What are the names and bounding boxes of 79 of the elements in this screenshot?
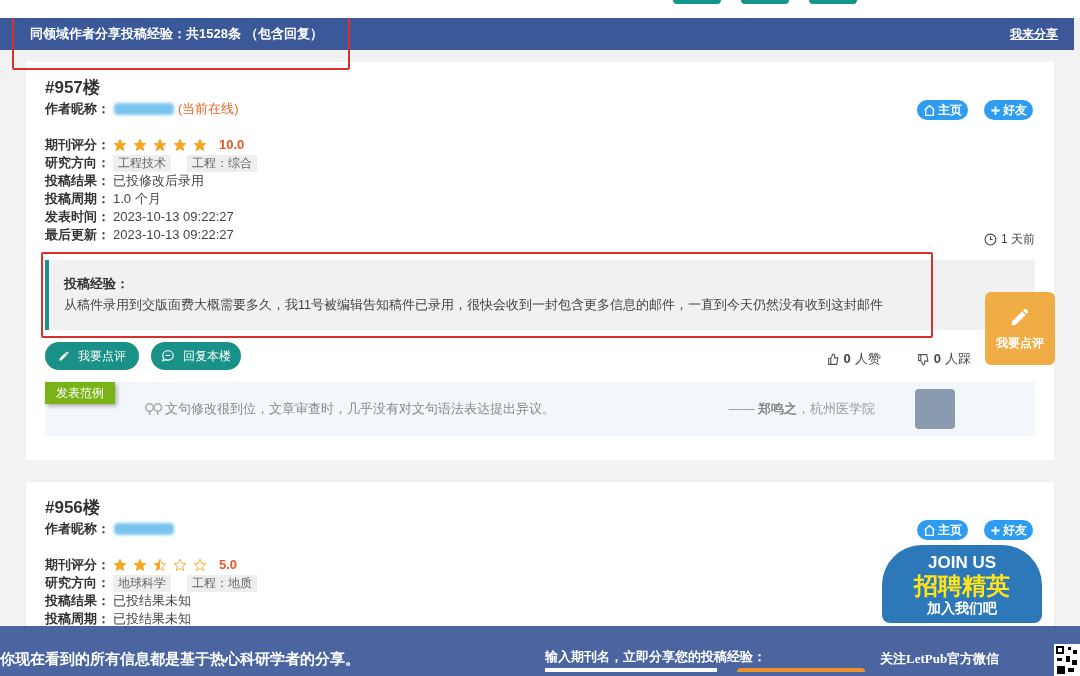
field-label: 研究方向： [45,574,111,593]
share-prompt: 输入期刊名，立即分享您的投稿经验： [545,647,767,666]
clock-icon [984,232,997,246]
thumbs-down-icon [916,352,930,366]
star-icon [133,138,147,152]
experience-text: 从稿件录用到交版面费大概需要多久，我11号被编辑告知稿件已录用，很快会收到一封包含更多信息的邮件，一直到今天仍然没有收到这封邮件 [64,297,884,314]
recruitment-ad[interactable]: JOIN US 招聘精英 加入我们吧 [882,545,1042,623]
online-status: (当前在线) [178,100,239,119]
example-quote: 文句修改很到位，文章审查时，几乎没有对文句语法表达提出异议。 [165,400,555,419]
nickname-label: 作者昵称： [45,520,110,539]
thumbs-up-icon [826,352,840,366]
star-icon [113,558,127,572]
star-icon [153,138,167,152]
ad-headline: 招聘精英 [914,573,1010,598]
blurred-nickname [114,103,174,115]
field-label: 投稿周期： [45,190,111,209]
topic-tag: 工程：地质 [187,574,257,592]
experience-title: 投稿经验： [64,275,130,293]
home-icon [923,523,936,537]
field-label: 研究方向： [45,154,111,173]
field-label: 最后更新： [45,226,111,245]
time-ago: 1 天前 [984,230,1035,248]
like-count[interactable]: 0 人赞 [826,349,881,369]
ad-text: JOIN US [928,553,996,571]
share-link[interactable]: 我来分享 [1010,25,1058,43]
plus-icon [990,104,1001,116]
wechat-label: 关注LetPub官方微信 [880,649,1000,668]
star-icon [193,558,207,572]
chat-bubble-icon [161,349,175,363]
star-icon [133,558,147,572]
field-value: 已投修改后录用 [113,172,204,191]
field-value: 2023-10-13 09:22:27 [113,226,234,245]
add-friend-button[interactable]: 好友 [984,520,1033,540]
field-value: 2023-10-13 09:22:27 [113,208,234,227]
add-friend-button[interactable]: 好友 [984,100,1033,120]
dislike-count[interactable]: 0 人踩 [916,349,971,369]
topic-tag: 工程技术 [113,154,171,172]
field-label: 发表时间： [45,208,111,227]
photo-placeholder [915,389,955,429]
quote-icon [145,401,163,417]
field-value: 1.0 个月 [113,190,161,209]
floor-number: #956楼 [45,497,101,519]
field-label: 投稿结果： [45,592,111,611]
field-label: 期刊评分： [45,556,111,575]
topic-tag: 工程：综合 [187,154,257,172]
home-button[interactable]: 主页 [917,520,968,540]
floor-number: #957楼 [45,77,101,99]
nickname-label: 作者昵称： [45,100,110,119]
journal-input-field[interactable] [545,668,717,672]
example-badge: 发表范例 [45,382,115,404]
field-label: 投稿周期： [45,610,111,626]
topic-tag: 地球科学 [113,574,171,592]
pencil-icon [58,350,70,362]
tab-button-edge[interactable] [809,0,857,4]
reply-button[interactable]: 回复本楼 [151,342,241,370]
field-value: 已投结果未知 [113,610,191,626]
quote-attribution: —— 郑鸣之，杭州医学院 [728,400,875,419]
home-button[interactable]: 主页 [917,100,968,120]
field-label: 投稿结果： [45,172,111,191]
field-value: 已投结果未知 [113,592,191,611]
rating-score: 5.0 [219,556,238,575]
blurred-nickname [114,523,174,535]
sharing-notice: 你现在看到的所有信息都是基于热心科研学者的分享。 [0,649,361,669]
star-icon [173,558,187,572]
comment-button[interactable]: 我要点评 [45,342,139,370]
star-icon [193,138,207,152]
qr-code-icon [1054,644,1080,676]
home-icon [923,103,936,117]
plus-icon [990,524,1001,536]
ad-text: 加入我们吧 [927,600,997,615]
floating-comment-button[interactable]: 我要点评 [985,292,1055,365]
header-title: 同领域作者分享投稿经验：共1528条 （包含回复） [30,25,323,44]
rating-score: 10.0 [219,136,245,155]
star-icon [153,558,167,572]
tab-button-edge[interactable] [673,0,721,4]
tab-button-edge[interactable] [741,0,789,4]
star-icon [113,138,127,152]
star-icon [173,138,187,152]
field-label: 期刊评分： [45,136,111,155]
